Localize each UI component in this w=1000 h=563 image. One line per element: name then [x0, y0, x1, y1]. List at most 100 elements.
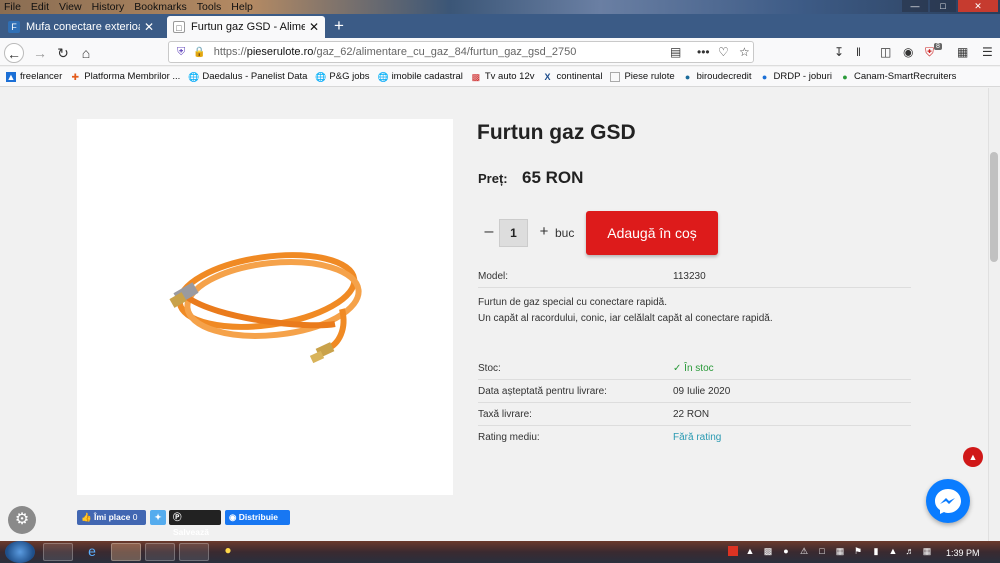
rating-link[interactable]: Fără rating — [673, 432, 721, 443]
forward-arrow-icon[interactable]: → — [30, 43, 50, 63]
tracking-shield-icon[interactable]: ⛨ — [177, 46, 185, 59]
bookmark-biroudecredit[interactable]: ● biroudecredit — [683, 71, 752, 82]
bookmark-platforma[interactable]: ✚ Platforma Membrilor ... — [70, 71, 180, 82]
tab-mufa[interactable]: F Mufa conectare exterioara pent ✕ — [2, 16, 160, 38]
tray-network-icon[interactable]: ▲ — [745, 546, 755, 556]
bookmark-continental[interactable]: Xcontinental — [543, 71, 602, 82]
tab-furtun[interactable]: □ Furtun gaz GSD - Alimentare cu ✕ — [167, 16, 325, 38]
price-label: Preț: — [478, 171, 508, 186]
add-to-cart-button[interactable]: Adaugă în coș — [586, 211, 718, 255]
address-bar[interactable]: ⛨ 🔒 https:// pieserulote.ro /gaz_62/alim… — [168, 41, 754, 63]
messenger-chat-button[interactable] — [926, 479, 970, 523]
quantity-decrease-button[interactable]: – — [480, 222, 498, 244]
tray-battery-icon[interactable]: ▮ — [871, 546, 881, 556]
start-button-icon[interactable] — [5, 541, 35, 563]
product-description-line1: Furtun de gaz special cu conectare rapid… — [478, 297, 667, 308]
check-circle-icon: ✓ — [673, 363, 682, 374]
tray-warning-icon[interactable]: ⚠ — [799, 546, 809, 556]
menu-history[interactable]: History — [92, 0, 130, 14]
ublock-icon[interactable]: ⛨ — [925, 45, 934, 60]
taskbar-ie-icon[interactable]: e — [77, 543, 107, 561]
window-controls: — □ ✕ — [902, 0, 998, 12]
product-image[interactable] — [77, 119, 453, 495]
close-window-icon[interactable]: ✕ — [958, 0, 998, 12]
tray-keyboard-icon[interactable]: ▦ — [835, 546, 845, 556]
bookmark-tv-auto[interactable]: ▩ Tv auto 12v — [471, 71, 535, 82]
bookmark-drdp[interactable]: ● DRDP - joburi — [760, 71, 832, 82]
bookmark-canam[interactable]: ● Canam-SmartRecruiters — [840, 71, 956, 82]
taskbar-chrome-icon[interactable] — [179, 543, 209, 561]
menu-help[interactable]: Help — [231, 0, 258, 14]
pocket-icon[interactable]: ♡ — [718, 45, 729, 59]
pinterest-save-button[interactable]: Ⓟ Salvează — [169, 510, 221, 537]
globe-icon: 🌐 — [377, 71, 389, 82]
tray-flag-icon[interactable]: ⚑ — [853, 546, 863, 556]
tray-red-icon[interactable] — [728, 546, 738, 556]
delivery-label: Data așteptată pentru livrare: — [478, 386, 607, 397]
site-favicon-icon: F — [8, 21, 20, 33]
menu-bookmarks[interactable]: Bookmarks — [134, 0, 192, 14]
lock-icon[interactable]: 🔒 — [193, 47, 205, 58]
close-tab-icon[interactable]: ✕ — [144, 20, 154, 34]
tray-volume-icon[interactable]: ♬ — [905, 546, 915, 556]
tray-monitor-icon[interactable]: ▩ — [763, 546, 773, 556]
close-tab-icon[interactable]: ✕ — [309, 20, 319, 34]
scroll-to-top-button[interactable]: ▲ — [963, 447, 983, 467]
bookmark-piese-rulote[interactable]: Piese rulote — [610, 71, 675, 82]
settings-gear-icon[interactable]: ⚙ — [8, 506, 36, 534]
x-icon: X — [544, 71, 551, 82]
bookmark-imobile[interactable]: 🌐 imobile cadastral — [378, 71, 463, 82]
taskbar-explorer-icon[interactable] — [43, 543, 73, 561]
bookmark-freelancer[interactable]: ▲ freelancer — [6, 71, 62, 82]
minimize-icon[interactable]: — — [902, 0, 928, 12]
tray-shield-icon[interactable]: ● — [781, 546, 791, 556]
page-actions-icon[interactable]: ••• — [697, 45, 710, 59]
menu-tools[interactable]: Tools — [197, 0, 227, 14]
quantity-input[interactable]: 1 — [499, 219, 528, 247]
url-path: /gaz_62/alimentare_cu_gaz_84/furtun_gaz_… — [313, 46, 577, 58]
bookmark-daedalus[interactable]: 🌐 Daedalus - Panelist Data — [188, 71, 307, 82]
taskbar-clock[interactable]: 1:39 PM — [946, 548, 980, 558]
home-icon[interactable]: ⌂ — [76, 43, 96, 63]
back-arrow-icon[interactable]: ← — [4, 43, 24, 63]
downloads-icon[interactable]: ↧ — [834, 45, 844, 59]
stock-value: ✓ În stoc — [673, 363, 714, 374]
taskbar-sticky-icon[interactable]: ● — [213, 543, 243, 561]
taskbar-app-icon[interactable] — [145, 543, 175, 561]
stock-label: Stoc: — [478, 363, 501, 374]
maximize-icon[interactable]: □ — [930, 0, 956, 12]
bookmark-star-icon[interactable]: ☆ — [739, 45, 750, 59]
menu-edit[interactable]: Edit — [31, 0, 54, 14]
spec-row-rating: Rating mediu: Fără rating — [478, 427, 911, 449]
spec-row-model: Model: 113230 — [478, 266, 911, 288]
globe-icon: 🌐 — [188, 71, 200, 82]
library-icon[interactable]: ‖ — [856, 45, 861, 59]
quantity-increase-button[interactable]: + — [536, 222, 552, 244]
spec-row-stock: Stoc: ✓ În stoc — [478, 358, 911, 380]
tray-signal-icon[interactable]: ▲ — [888, 546, 898, 556]
extensions-icon[interactable]: ▦ — [957, 45, 968, 59]
bookmark-pg-jobs[interactable]: 🌐 P&G jobs — [315, 71, 369, 82]
reload-icon[interactable]: ↻ — [53, 43, 73, 63]
facebook-share-button[interactable]: ◉ Distribuie — [225, 510, 290, 525]
account-icon[interactable]: ◉ — [903, 45, 913, 59]
scrollbar-thumb[interactable] — [990, 152, 998, 262]
tab-label: Mufa conectare exterioara pent — [26, 21, 140, 33]
tray-language-icon[interactable]: ▦ — [922, 546, 932, 556]
menu-view[interactable]: View — [59, 0, 87, 14]
new-tab-icon[interactable]: + — [334, 17, 344, 35]
sidebar-icon[interactable]: ◫ — [880, 45, 891, 59]
pinterest-icon: Ⓟ — [173, 512, 182, 522]
url-host: pieserulote.ro — [246, 46, 314, 58]
menu-file[interactable]: File — [4, 0, 26, 14]
reader-view-icon[interactable]: ▤ — [670, 45, 681, 59]
tray-printer-icon[interactable]: □ — [817, 546, 827, 556]
facebook-icon: ◉ — [229, 512, 237, 522]
messenger-icon — [935, 489, 961, 514]
menu-hamburger-icon[interactable]: ☰ — [982, 45, 993, 59]
twitter-icon[interactable]: ✦ — [150, 510, 166, 525]
spec-row-fee: Taxă livrare: 22 RON — [478, 404, 911, 426]
facebook-like-button[interactable]: 👍 Îmi place 0 — [77, 510, 146, 525]
addon-badge: 8 — [934, 43, 942, 50]
taskbar-firefox-icon[interactable] — [111, 543, 141, 561]
